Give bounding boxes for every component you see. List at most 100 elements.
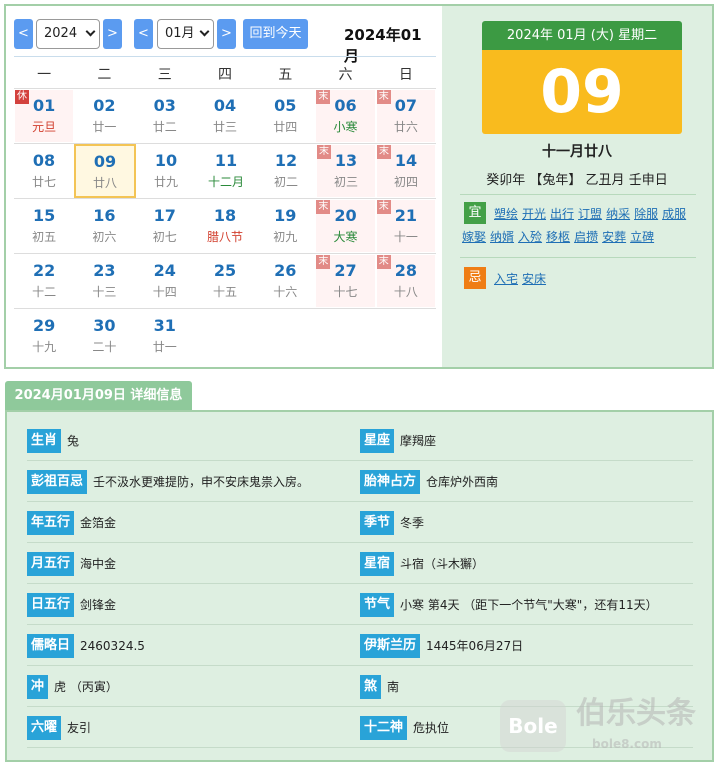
lunar-label: 廿八 (92, 176, 117, 190)
chevron-down-icon (85, 26, 96, 37)
day-cell[interactable]: 25 十五 (196, 255, 254, 307)
back-to-today-button[interactable]: 回到今天 (243, 19, 308, 49)
activity-link[interactable]: 嫁娶 (462, 230, 486, 244)
detail-value: 剑锋金 (80, 598, 117, 612)
day-cell[interactable]: 末 06 小寒 (316, 90, 375, 142)
activity-link[interactable]: 成服 (662, 207, 686, 221)
day-number: 15 (33, 206, 56, 225)
detail-value: 小寒 第4天 （距下一个节气"大寒"，还有11天） (400, 598, 658, 612)
detail-value: 仓库炉外西南 (426, 475, 499, 489)
day-cell[interactable]: 末 13 初三 (317, 145, 375, 197)
lunar-label: 初二 (273, 175, 298, 189)
day-cell[interactable]: 末 27 十七 (316, 255, 375, 307)
day-cell[interactable]: 19 初九 (256, 200, 314, 252)
day-cell[interactable]: 08 廿七 (15, 145, 73, 197)
weekend-badge: 末 (317, 145, 331, 159)
day-number: 12 (274, 151, 298, 170)
activity-link[interactable]: 入殓 (518, 230, 542, 244)
empty-cell (316, 310, 374, 363)
activity-link[interactable]: 纳婿 (490, 230, 514, 244)
day-cell[interactable]: 05 廿四 (256, 90, 314, 142)
day-cell[interactable]: 04 廿三 (196, 90, 254, 142)
day-cell[interactable]: 31 廿一 (136, 310, 194, 363)
year-select[interactable]: 2024 (36, 19, 100, 49)
prev-year-button[interactable]: < (14, 19, 33, 49)
activity-link[interactable]: 立碑 (630, 230, 654, 244)
lunar-label: 十三 (92, 285, 117, 299)
day-cell[interactable]: 02 廿一 (75, 90, 133, 142)
day-number: 19 (274, 206, 297, 225)
detail-label: 星宿 (360, 552, 395, 576)
detail-tab[interactable]: 2024月01月09日 详细信息 (5, 381, 192, 411)
detail-value: 1445年06月27日 (426, 639, 524, 653)
day-cell[interactable]: 22 十二 (15, 255, 73, 307)
detail-value: 危执位 (413, 721, 450, 735)
lunar-label: 十一 (393, 230, 418, 244)
day-cell[interactable]: 末 20 大寒 (316, 200, 375, 252)
next-year-button[interactable]: > (103, 19, 122, 49)
week-row: 15 初五 16 初六 17 初七 18 腊八节 19 初九 末 20 大寒末 21 十一 (14, 199, 436, 254)
activity-link[interactable]: 安床 (522, 272, 546, 286)
day-cell[interactable]: 末 14 初四 (377, 145, 435, 197)
detail-item: 生肖兔 (27, 429, 79, 453)
yi-badge: 宜 (464, 202, 486, 224)
detail-label: 彭祖百忌 (27, 470, 88, 494)
prev-month-button[interactable]: < (134, 19, 153, 49)
detail-label: 节气 (360, 593, 395, 617)
weekday-label: 二 (97, 67, 112, 83)
activity-link[interactable]: 启攒 (574, 230, 598, 244)
activity-link[interactable]: 开光 (522, 207, 546, 221)
day-number: 18 (213, 206, 237, 225)
month-select[interactable]: 01月 (157, 19, 214, 49)
day-cell[interactable]: 15 初五 (15, 200, 73, 252)
activity-link[interactable]: 塑绘 (494, 207, 518, 221)
day-cell[interactable]: 休 01 元旦 (15, 90, 74, 142)
detail-item: 冲虎 （丙寅） (27, 675, 118, 699)
big-date-number: 09 (482, 50, 682, 134)
activity-link[interactable]: 订盟 (578, 207, 602, 221)
activity-link[interactable]: 除服 (634, 207, 658, 221)
day-cell[interactable]: 末 28 十八 (376, 255, 435, 307)
day-number: 22 (33, 261, 56, 280)
activity-link[interactable]: 出行 (550, 207, 574, 221)
activity-link[interactable]: 纳采 (606, 207, 630, 221)
day-number: 16 (93, 206, 116, 225)
yi-activities-line-2: 嫁娶 纳婿 入殓 移柩 启攒 安葬 立碑 (462, 228, 658, 245)
detail-item: 彭祖百忌 壬不汲水更难提防，申不安床鬼祟入房。 (27, 470, 309, 494)
activity-link[interactable]: 入宅 (494, 272, 518, 286)
detail-label: 儒略日 (27, 634, 75, 658)
day-cell[interactable]: 23 十三 (75, 255, 133, 307)
day-cell[interactable]: 末 07 廿六 (376, 90, 435, 142)
activity-link[interactable]: 安葬 (602, 230, 626, 244)
day-cell[interactable]: 12 初二 (257, 145, 315, 197)
day-cell[interactable]: 26 十六 (256, 255, 314, 307)
day-cell[interactable]: 10 廿九 (137, 145, 195, 197)
weekend-badge: 末 (316, 255, 331, 269)
day-cell[interactable]: 29 十九 (15, 310, 73, 363)
weekday-label: 四 (217, 67, 232, 83)
day-cell[interactable]: 24 十四 (136, 255, 194, 307)
detail-value: 摩羯座 (400, 434, 437, 448)
detail-item: 月五行 海中金 (27, 552, 116, 576)
lunar-label: 十四 (152, 285, 177, 299)
day-cell[interactable]: 17 初七 (136, 200, 194, 252)
day-cell[interactable]: 30 二十 (75, 310, 133, 363)
detail-value: 友引 (67, 721, 92, 735)
lunar-label: 廿九 (153, 175, 178, 189)
weekend-badge: 末 (316, 90, 331, 104)
day-cell[interactable]: 03 廿二 (136, 90, 194, 142)
next-month-button[interactable]: > (217, 19, 236, 49)
detail-item: 煞南 (360, 675, 399, 699)
day-cell[interactable]: 11 十二月 (197, 145, 255, 197)
detail-row: 儒略日 2460324.5 伊斯兰历 1445年06月27日 (27, 625, 693, 666)
day-cell[interactable]: 末 21 十一 (376, 200, 435, 252)
week-row: 22 十二 23 十三 24 十四 25 十五 26 十六 末 27 十七末 28 十八 (14, 254, 436, 309)
day-cell[interactable]: 18 腊八节 (196, 200, 254, 252)
day-cell[interactable]: 16 初六 (75, 200, 133, 252)
today-cell[interactable]: 09 廿八 (74, 144, 136, 198)
calendar-toolbar: < 2024 > < 01月 > 回到今天 2024年01月 (14, 18, 436, 65)
detail-item: 六曜 友引 (27, 716, 91, 740)
activity-link[interactable]: 移柩 (546, 230, 570, 244)
detail-label: 六曜 (27, 716, 62, 740)
detail-value: 2460324.5 (80, 639, 145, 653)
